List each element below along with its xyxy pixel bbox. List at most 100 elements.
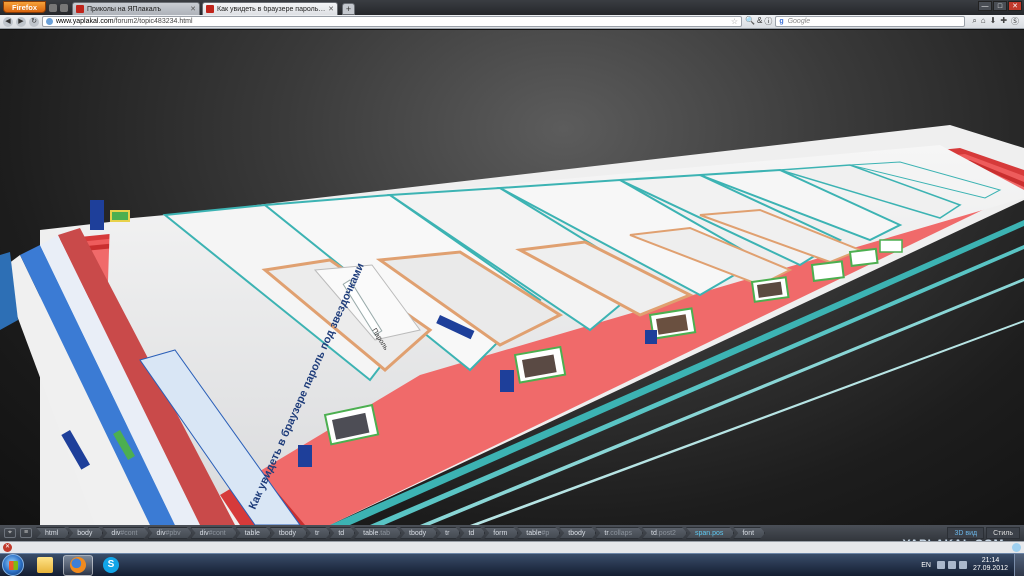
search-placeholder: Google [787, 18, 811, 25]
tab-close-icon[interactable]: ✕ [190, 5, 196, 13]
crumb-font[interactable]: font [733, 527, 765, 539]
crumb-tbody-2[interactable]: tbody [400, 527, 437, 539]
crumb-body[interactable]: body [68, 527, 103, 539]
url-text: www.yaplakal.com/forum2/topic483234.html [56, 18, 731, 25]
crumb-form[interactable]: form [484, 527, 518, 539]
crumb-tr-2[interactable]: tr [436, 527, 460, 539]
home-mini-icon[interactable] [60, 3, 69, 12]
system-tray: EN 21:14 27.09.2012 [921, 557, 1014, 573]
crumb-label: table [244, 530, 260, 537]
crumb-label: body [77, 530, 93, 537]
bookmark-star-icon[interactable]: ☆ [731, 17, 738, 26]
tab-group-icons [49, 3, 69, 12]
forward-button[interactable]: ▶ [16, 16, 26, 27]
tray-icons [936, 561, 967, 569]
tab-yaplakal-jokes[interactable]: Приколы на ЯПлакалъ ✕ [72, 2, 201, 15]
close-addon-bar-icon[interactable]: ✕ [3, 543, 12, 552]
search-box[interactable]: g Google [775, 16, 966, 27]
tab-label: Приколы на ЯПлакалъ [87, 5, 162, 13]
language-indicator[interactable]: EN [921, 562, 931, 569]
yaplakal-favicon-icon [206, 5, 215, 13]
crumb-div-cont-2[interactable]: div#cont [191, 527, 237, 539]
url-host: www.yaplakal.com [56, 18, 114, 25]
tab-close-icon[interactable]: ✕ [328, 5, 334, 13]
crumb-td-2[interactable]: td [459, 527, 485, 539]
maximize-button[interactable]: □ [993, 1, 1007, 11]
taskbar-skype[interactable]: S [96, 555, 126, 576]
clock-time: 21:14 [981, 557, 1000, 564]
screen: Firefox Приколы на ЯПлакалъ ✕ Как увидет… [0, 0, 1024, 576]
inspector-3d-view[interactable]: Пароль Как увидеть в браузере пароль под… [0, 30, 1024, 525]
crumb-html[interactable]: html [36, 527, 69, 539]
crumb-label: html [45, 530, 59, 537]
search-icon[interactable]: ⌕ [972, 16, 976, 27]
crumb-table-tab[interactable]: table.tab [354, 527, 401, 539]
taskbar-explorer[interactable] [30, 555, 60, 576]
firefox-menu-button[interactable]: Firefox [3, 1, 47, 13]
google-engine-icon[interactable]: g [779, 18, 783, 25]
crumb-table[interactable]: table [236, 527, 271, 539]
addon-info-icon[interactable]: ⓘ [764, 16, 772, 27]
start-button[interactable] [2, 554, 24, 576]
addon-bar: ✕ [0, 541, 1024, 553]
navigation-toolbar: ◀ ▶ ↻ www.yaplakal.com/forum2/topic48323… [0, 15, 1024, 29]
crumb-tr[interactable]: tr [306, 527, 330, 539]
tray-arrow-icon[interactable] [936, 561, 945, 569]
crumb-suffix: #p [541, 530, 550, 537]
inspector-toolbar: ⌖ ≡ html body div#cont div#pbv div#cont … [0, 525, 1024, 541]
crumb-label: form [493, 530, 508, 537]
tab-password-topic[interactable]: Как увидеть в браузере пароль под... ✕ [202, 2, 339, 15]
crumb-table-p[interactable]: table#p [517, 527, 560, 539]
crumb-tbody-3[interactable]: tbody [559, 527, 596, 539]
network-icon[interactable] [947, 561, 956, 569]
taskbar-firefox[interactable] [63, 554, 93, 576]
clock-date: 27.09.2012 [972, 565, 1008, 572]
crumb-div-pbv[interactable]: div#pbv [148, 527, 192, 539]
crumb-suffix: .collaps [608, 530, 633, 537]
crumb-label: span [694, 530, 711, 537]
browser-tabstrip: Firefox Приколы на ЯПлакалъ ✕ Как увидет… [0, 0, 1024, 15]
markup-icon[interactable]: ≡ [20, 528, 32, 538]
firefox-icon [70, 557, 86, 573]
crumb-label: tbody [568, 530, 586, 537]
crumb-span-pos-selected[interactable]: span.pos [686, 527, 734, 539]
crumb-label: font [742, 530, 755, 537]
3d-page-stack[interactable]: Пароль Как увидеть в браузере пароль под… [0, 30, 1024, 525]
crumb-label: div [199, 530, 209, 537]
reload-button[interactable]: ↻ [29, 16, 39, 27]
volume-icon[interactable] [958, 561, 967, 569]
crumb-label: tbody [409, 530, 427, 537]
crumb-label: table [363, 530, 379, 537]
skype-icon[interactable]: Ⓢ [1011, 16, 1019, 27]
addon-search-icon[interactable]: 🔍 [745, 16, 755, 27]
download-icon[interactable]: ⬇ [990, 16, 997, 27]
new-tab-button[interactable]: + [342, 3, 356, 15]
crumb-label: td [338, 530, 345, 537]
addon-ampersand-icon[interactable]: & [757, 16, 762, 27]
crumb-label: td [468, 530, 475, 537]
windows-taskbar: S EN 21:14 27.09.2012 [0, 553, 1024, 576]
crumb-td-post2[interactable]: td.post2 [642, 527, 687, 539]
panorama-icon[interactable] [49, 3, 58, 12]
crumb-suffix: #pbv [165, 530, 181, 537]
skype-status-icon[interactable] [1012, 543, 1021, 552]
back-button[interactable]: ◀ [3, 16, 13, 27]
yaplakal-favicon-icon [76, 5, 85, 13]
crumb-suffix: .post2 [656, 530, 676, 537]
url-path: /forum2/topic483234.html [113, 18, 193, 25]
addon-menu-icon[interactable]: ✚ [1000, 16, 1007, 27]
crumb-label: tr [445, 530, 450, 537]
home-icon[interactable]: ⌂ [981, 16, 986, 27]
site-identity-icon[interactable] [46, 18, 53, 25]
close-window-button[interactable]: ✕ [1008, 1, 1022, 11]
clock[interactable]: 21:14 27.09.2012 [973, 557, 1008, 573]
show-desktop-button[interactable] [1014, 553, 1024, 576]
address-bar[interactable]: www.yaplakal.com/forum2/topic483234.html… [42, 16, 742, 27]
window-controls: — □ ✕ [978, 1, 1022, 11]
crumb-td[interactable]: td [329, 527, 355, 539]
crumb-tbody[interactable]: tbody [270, 527, 307, 539]
crumb-tr-collaps[interactable]: tr.collaps [595, 527, 643, 539]
minimize-button[interactable]: — [978, 1, 992, 11]
crumb-div-cont[interactable]: div#cont [102, 527, 148, 539]
inspect-icon[interactable]: ⌖ [4, 528, 16, 538]
